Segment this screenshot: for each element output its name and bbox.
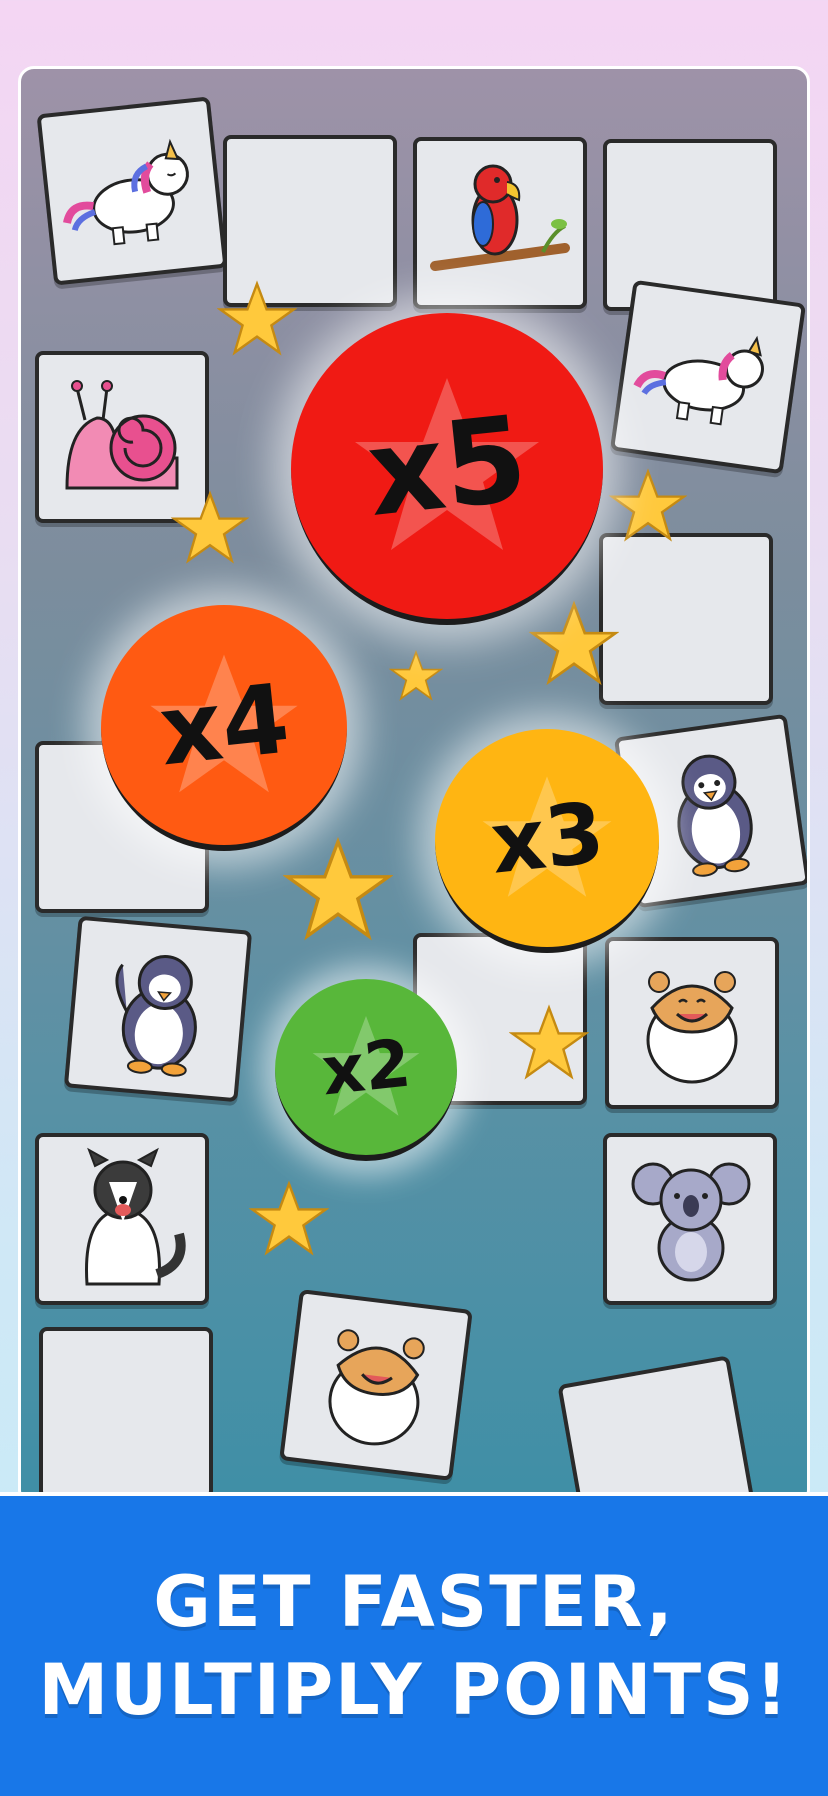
hamster-icon [646, 971, 738, 1084]
card-penguin[interactable] [63, 915, 253, 1103]
card-blank[interactable] [39, 1327, 213, 1499]
star-icon [217, 280, 297, 356]
multiplier-label: x2 [317, 1024, 415, 1110]
multiplier-label: x3 [485, 783, 609, 893]
multiplier-x4: x4 [101, 605, 347, 851]
koala-icon [631, 1162, 751, 1282]
card-unicorn[interactable] [609, 279, 807, 475]
game-board: x5 x4 x3 x2 [18, 66, 810, 1506]
card-parrot[interactable] [413, 137, 587, 309]
star-icon [509, 1004, 589, 1080]
star-icon [609, 468, 687, 542]
card-blank[interactable] [599, 533, 773, 705]
penguin-icon [115, 955, 197, 1077]
card-dog[interactable] [35, 1133, 209, 1305]
star-icon [389, 649, 443, 701]
promo-banner: GET FASTER, MULTIPLY POINTS! [0, 1492, 828, 1796]
card-blank[interactable] [603, 139, 777, 311]
unicorn-icon [63, 138, 189, 246]
multiplier-x5: x5 [291, 313, 603, 625]
multiplier-label: x5 [361, 389, 533, 543]
card-unicorn[interactable] [36, 96, 228, 286]
multiplier-label: x4 [154, 662, 294, 788]
multiplier-x3: x3 [435, 729, 659, 953]
parrot-icon [430, 164, 570, 271]
hamster-icon [328, 1329, 425, 1446]
card-hamster[interactable] [279, 1289, 473, 1481]
star-icon [249, 1180, 329, 1256]
multiplier-x2: x2 [275, 979, 457, 1161]
card-koala[interactable] [603, 1133, 777, 1305]
dog-icon [85, 1147, 186, 1286]
banner-headline-line-1: GET FASTER, [153, 1561, 675, 1643]
unicorn-icon [633, 335, 764, 426]
card-blank[interactable] [557, 1355, 759, 1503]
star-icon [529, 600, 619, 686]
card-hamster[interactable] [605, 937, 779, 1109]
star-icon [283, 836, 393, 941]
banner-headline-line-2: MULTIPLY POINTS! [38, 1649, 790, 1731]
star-icon [171, 490, 249, 564]
